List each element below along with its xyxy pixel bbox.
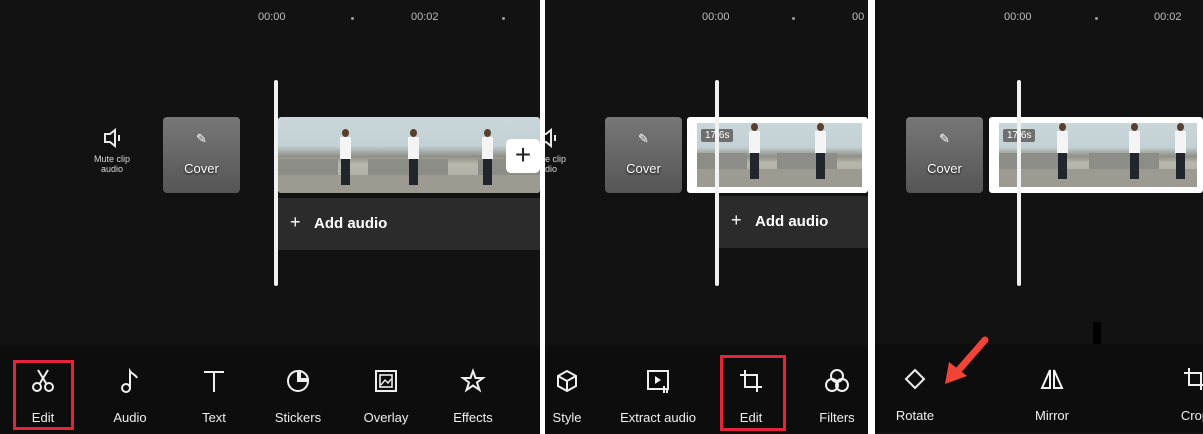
- bottom-toolbar: Edit Audio Text Stickers Overlay Effects: [0, 346, 540, 434]
- cube-icon: [557, 369, 577, 393]
- video-clip-strip-selected[interactable]: 17.6s: [989, 117, 1203, 193]
- editor-panel-2: 00:00 00 e clip dio ✎ Cover 17.6s + Add …: [545, 0, 868, 434]
- crop-icon: [740, 370, 762, 392]
- rotate-icon: [904, 368, 926, 390]
- tool-audio[interactable]: Audio: [100, 346, 160, 434]
- tool-mirror-label: Mirror: [1035, 408, 1069, 423]
- add-clip-button[interactable]: +: [506, 139, 540, 173]
- mute-clip-label-line2: dio: [545, 164, 558, 174]
- bottom-toolbar: Style Extract audio Edit Filters: [545, 346, 868, 434]
- text-icon: [204, 371, 224, 392]
- extract-audio-icon: [647, 370, 669, 393]
- timeline-dot: [792, 17, 795, 20]
- add-audio-track[interactable]: + Add audio: [719, 196, 868, 248]
- tool-style-label: Style: [552, 410, 582, 425]
- mute-clip-audio-button[interactable]: Mute clip audio: [82, 128, 142, 174]
- plus-icon: +: [731, 210, 742, 230]
- tool-overlay[interactable]: Overlay: [356, 346, 416, 434]
- cover-label: Cover: [184, 161, 219, 176]
- editor-panel-3: 00:00 00:02 ✎ Cover 17.6s Rotate Mirror: [875, 0, 1203, 434]
- cover-thumbnail[interactable]: ✎ Cover: [906, 117, 983, 193]
- timecode-start: 00:00: [702, 11, 730, 23]
- editor-panel-1: 00:00 00:02 Mute clip audio ✎ Cover + + …: [0, 0, 540, 434]
- effects-star-icon: [460, 368, 486, 393]
- playhead[interactable]: [1017, 80, 1021, 286]
- timeline-dot: [1095, 17, 1098, 20]
- mute-clip-audio-button[interactable]: e clip dio: [545, 128, 585, 174]
- timecode-start: 00:00: [258, 11, 286, 23]
- cover-label: Cover: [927, 161, 962, 176]
- tool-mirror[interactable]: Mirror: [1022, 344, 1082, 432]
- trim-handle[interactable]: [691, 149, 693, 163]
- timecode-start: 00:00: [1004, 11, 1032, 23]
- add-audio-label: Add audio: [314, 215, 388, 232]
- speaker-icon: [104, 128, 120, 148]
- video-frame-person: [408, 129, 419, 187]
- timecode-2s: 00: [852, 11, 865, 23]
- tool-edit[interactable]: Edit: [721, 346, 781, 434]
- mute-clip-label-line1: e clip: [545, 154, 567, 164]
- pencil-icon: ✎: [196, 131, 207, 146]
- tool-stickers-label: Stickers: [274, 410, 322, 425]
- pencil-icon: ✎: [638, 131, 649, 146]
- mute-clip-label-line1: Mute clip: [93, 154, 130, 164]
- add-audio-track[interactable]: + Add audio: [278, 198, 540, 250]
- trim-handle[interactable]: [993, 149, 995, 163]
- video-clip-strip[interactable]: [278, 117, 540, 193]
- pointer-arrow-icon: [945, 336, 989, 384]
- tool-crop-label: Crop: [1180, 408, 1203, 423]
- plus-icon: +: [290, 212, 301, 232]
- tool-overlay-label: Overlay: [363, 410, 409, 425]
- crop-icon: [1184, 368, 1203, 390]
- tool-edit-label: Edit: [739, 410, 763, 425]
- sticker-icon: [287, 369, 310, 392]
- timeline-dot: [502, 17, 505, 20]
- timecode-2s: 00:02: [411, 11, 439, 23]
- video-frame-person: [340, 129, 351, 187]
- timecode-2s: 00:02: [1154, 11, 1182, 23]
- tool-extract-audio[interactable]: Extract audio: [620, 346, 696, 434]
- video-frame-person: [815, 123, 826, 181]
- tool-extract-audio-label: Extract audio: [620, 410, 696, 425]
- tool-stickers[interactable]: Stickers: [268, 346, 328, 434]
- tool-filters-label: Filters: [819, 410, 855, 425]
- filters-icon: [825, 369, 849, 392]
- pencil-icon: ✎: [939, 131, 950, 146]
- bottom-toolbar: Rotate Mirror Crop: [875, 344, 1203, 432]
- overlay-icon: [375, 370, 397, 392]
- mute-clip-label-line2: audio: [100, 164, 124, 174]
- video-frame-person: [749, 123, 760, 181]
- tool-effects-label: Effects: [453, 410, 493, 425]
- cover-thumbnail[interactable]: ✎ Cover: [605, 117, 682, 193]
- cover-thumbnail[interactable]: ✎ Cover: [163, 117, 240, 193]
- tool-filters[interactable]: Filters: [807, 346, 867, 434]
- tool-edit[interactable]: Edit: [13, 346, 73, 434]
- video-frame-person: [1175, 123, 1186, 181]
- scissors-icon: [32, 369, 54, 392]
- music-note-icon: [121, 368, 138, 393]
- tool-rotate[interactable]: Rotate: [885, 344, 945, 432]
- tool-effects[interactable]: Effects: [443, 346, 503, 434]
- add-audio-label: Add audio: [755, 213, 829, 230]
- cover-label: Cover: [626, 161, 661, 176]
- playhead[interactable]: [274, 80, 278, 286]
- tool-rotate-label: Rotate: [895, 408, 935, 423]
- video-frame-person: [1129, 123, 1140, 181]
- speaker-icon: [545, 128, 556, 148]
- playhead[interactable]: [715, 80, 719, 286]
- video-frame-person: [482, 129, 493, 187]
- timeline-dot: [351, 17, 354, 20]
- tool-style[interactable]: Style: [545, 346, 597, 434]
- tool-crop[interactable]: Crop: [1165, 344, 1203, 432]
- tool-text[interactable]: Text: [184, 346, 244, 434]
- video-frame-person: [1057, 123, 1068, 181]
- mirror-icon: [1040, 369, 1064, 389]
